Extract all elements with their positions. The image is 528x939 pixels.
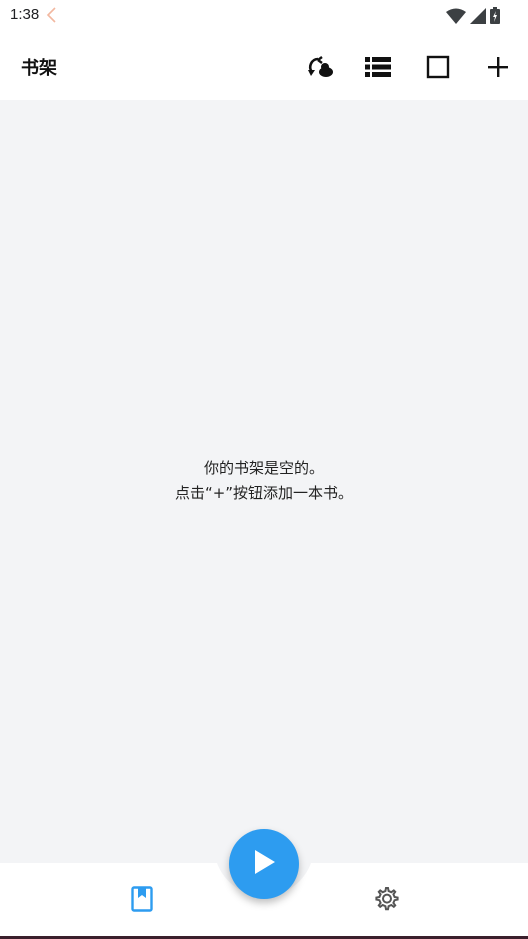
empty-state-message: 你的书架是空的。 点击“+”按钮添加一本书。 <box>0 456 528 506</box>
signal-icon <box>470 7 486 28</box>
bookshelf-content: 你的书架是空的。 点击“+”按钮添加一本书。 <box>0 100 528 863</box>
battery-icon <box>490 7 500 28</box>
select-square-icon[interactable] <box>422 51 454 83</box>
status-icons <box>446 7 500 28</box>
empty-state-line-2: 点击“+”按钮添加一本书。 <box>174 484 354 502</box>
chevron-left-icon[interactable] <box>45 6 59 24</box>
settings-icon <box>373 886 399 916</box>
status-bar: 1:38 <box>0 0 528 34</box>
wifi-icon <box>446 8 466 28</box>
bookshelf-screen: 1:38 书架 你的书架是空的。 点击“+”按钮添加一本书。 <box>0 0 528 939</box>
page-title: 书架 <box>21 58 57 79</box>
bookshelf-icon <box>131 886 153 916</box>
nav-settings[interactable] <box>370 885 402 917</box>
nav-bookshelf[interactable] <box>126 885 158 917</box>
play-button[interactable] <box>229 829 299 899</box>
add-icon[interactable] <box>482 51 514 83</box>
play-icon <box>251 848 277 880</box>
app-bar: 书架 <box>0 34 528 100</box>
empty-state-line-1: 你的书架是空的。 <box>203 459 324 477</box>
cloud-sync-icon[interactable] <box>304 51 336 83</box>
list-view-icon[interactable] <box>362 51 394 83</box>
status-time: 1:38 <box>10 6 40 23</box>
